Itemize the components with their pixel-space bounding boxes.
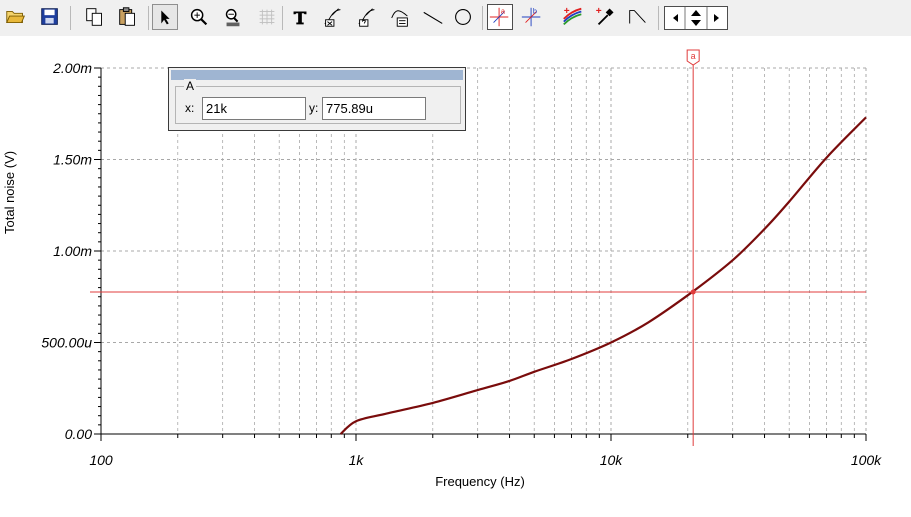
left-arrow-icon[interactable] [673, 14, 678, 22]
cursor-readout-window[interactable]: A x: y: [168, 67, 466, 131]
grid-button[interactable] [254, 4, 280, 30]
cursor-y-input[interactable] [322, 97, 426, 120]
y-tick-label: 0.00 [65, 426, 92, 442]
y-axis-title: Total noise (V) [2, 150, 17, 234]
svg-text:+: + [564, 6, 570, 17]
curve-label-x-button[interactable] [320, 4, 346, 30]
curve-label-question-button[interactable] [354, 4, 380, 30]
grid-icon [259, 9, 275, 25]
cursor-a-group: A x: y: [175, 79, 461, 124]
x-tick-label: 1k [349, 452, 365, 468]
curve-table-icon [391, 10, 408, 27]
cursor-step-spinner[interactable] [664, 6, 728, 30]
y-field-label: y: [309, 101, 319, 115]
pointer-arrow-icon [161, 10, 170, 25]
zoom-100-icon [225, 8, 240, 27]
copy-button[interactable] [82, 4, 108, 30]
curve-table-button[interactable] [387, 4, 413, 30]
zoom-in-icon [190, 8, 208, 26]
ellipse-tool-icon [455, 9, 471, 25]
copy-icon [86, 8, 102, 26]
toolbar-separator [148, 6, 149, 30]
save-disk-button[interactable] [37, 4, 63, 30]
text-tool-icon [293, 11, 307, 25]
cursor-a-point [690, 289, 696, 295]
toolbar-separator [282, 6, 283, 30]
paste-button[interactable] [115, 4, 141, 30]
plot-area: 0.00 500.00u 1.00m 1.50m 2.00m 100 1k 10k 100k a … [0, 36, 911, 517]
svg-text:b: b [533, 6, 537, 15]
zoom-100-button[interactable] [220, 4, 246, 30]
x-axis-title: Frequency (Hz) [435, 474, 525, 489]
cursor-x-input[interactable] [202, 97, 306, 120]
svg-text:+: + [596, 6, 602, 17]
x-tick-label: 100 [89, 452, 113, 468]
ellipse-tool-button[interactable] [450, 4, 476, 30]
up-down-arrow-icon[interactable] [691, 10, 701, 26]
cursor-a-marker-label: a [691, 51, 696, 61]
spinner-arrows [673, 7, 719, 29]
line-tool-icon [423, 11, 443, 24]
cursor-b-icon: b [521, 6, 541, 27]
y-tick-label: 500.00u [41, 335, 92, 351]
save-disk-icon [41, 8, 58, 25]
x-tick-label: 10k [600, 452, 624, 468]
toolbar-separator [482, 6, 483, 30]
open-folder-button[interactable] [3, 4, 29, 30]
y-tick-label: 1.50m [53, 152, 92, 168]
cursor-window-titlebar[interactable] [171, 70, 463, 80]
cursor-a-icon: a [489, 6, 509, 27]
cursor-b-button[interactable]: b [519, 4, 545, 30]
toolbar-separator [70, 6, 71, 30]
x-field-label: x: [185, 101, 195, 115]
add-curve-icon: + [563, 6, 582, 26]
step-line-icon [629, 10, 646, 24]
right-edge-strip [905, 72, 911, 517]
text-tool-button[interactable] [287, 4, 313, 30]
add-curve-button[interactable]: + [560, 4, 586, 30]
x-tick-label: 100k [851, 452, 882, 468]
curve-label-x-icon [324, 8, 341, 27]
toolbar-separator [658, 6, 659, 30]
y-tick-label: 2.00m [52, 60, 92, 76]
color-picker-button[interactable]: + [592, 4, 618, 30]
step-line-button[interactable] [625, 4, 651, 30]
zoom-in-button[interactable] [186, 4, 212, 30]
total-noise-curve [339, 116, 867, 435]
line-tool-button[interactable] [420, 4, 446, 30]
svg-text:a: a [501, 6, 506, 15]
pointer-arrow-button[interactable] [152, 4, 178, 30]
paste-icon [119, 7, 135, 26]
open-folder-icon [6, 11, 26, 23]
y-tick-label: 1.00m [53, 243, 92, 259]
right-arrow-icon[interactable] [714, 14, 719, 22]
cursor-group-label: A [184, 79, 197, 93]
graph-toolbar: a b + + [0, 0, 911, 36]
cursor-a-button[interactable]: a [487, 4, 513, 30]
color-picker-icon: + [596, 6, 614, 26]
curve-label-question-icon [358, 8, 375, 27]
